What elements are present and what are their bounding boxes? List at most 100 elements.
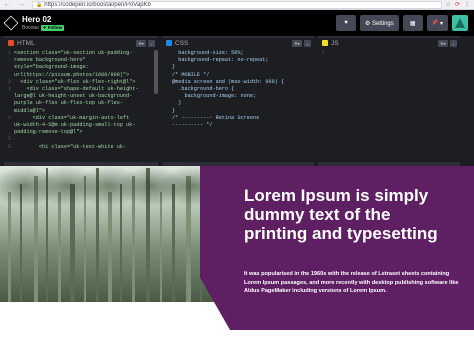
user-avatar[interactable] (452, 15, 468, 31)
line-number: 6 (7, 143, 11, 150)
editor-panels: HTML ⚙▾ ⌄ 1 <section class="uk-section uk… (0, 36, 474, 166)
code-line: /* ---------- Retina Screens (162, 115, 314, 122)
code-text: <section class="uk-section uk-padding- (14, 50, 133, 56)
code-line: 6 <h1 class="uk-text-white uk- (4, 144, 158, 151)
code-line: ---------- */ (162, 122, 314, 129)
settings-button[interactable]: ⚙ Settings (360, 15, 399, 31)
browser-icons: ☆ ⟳ ⋮ (446, 1, 474, 8)
js-lang-icon (322, 40, 328, 46)
css-collapse-icon[interactable]: ⌄ (304, 39, 311, 47)
line-number (162, 72, 172, 79)
line-number (4, 72, 14, 79)
code-text: @media screen and (max-width: 960) { (172, 78, 285, 85)
css-editor-label: CSS (175, 39, 189, 47)
line-number (4, 57, 14, 64)
code-line: 1 (318, 50, 460, 57)
code-line: background-image: none; (162, 93, 314, 100)
code-text: } (172, 107, 176, 114)
line-number (162, 100, 172, 107)
header-actions: ♥ ⚙ Settings ▦ 📌 ▾ (336, 15, 474, 31)
pen-title-block: Hero 02 Boostai ✦ Follow (22, 15, 64, 31)
pen-title[interactable]: Hero 02 (22, 15, 64, 24)
code-line: url(https://picsum.photos/1600/900)"> (4, 72, 158, 79)
back-arrow-icon[interactable]: ← (4, 1, 11, 8)
js-collapse-icon[interactable]: ⌄ (450, 39, 457, 47)
html-scrollbar[interactable] (154, 50, 158, 94)
bookmark-icon[interactable]: ☆ (446, 1, 451, 8)
menu-icon[interactable]: ⋮ (464, 1, 470, 8)
like-button[interactable]: ♥ (336, 15, 357, 31)
browser-nav: ← → (0, 0, 28, 10)
code-line: } (162, 108, 314, 115)
css-settings-icon[interactable]: ⚙▾ (292, 39, 302, 47)
bamboo-trunk (160, 192, 162, 302)
html-code-area[interactable]: 1 <section class="uk-section uk-padding-r… (4, 48, 158, 166)
code-text: /* ---------- Retina Screens (172, 114, 260, 121)
line-number (162, 115, 172, 122)
html-lang-icon (8, 40, 14, 46)
pen-preview: Lorem Ipsum is simply dummy text of the … (0, 166, 474, 345)
code-text: <div class="shape-default uk-height- (14, 86, 139, 93)
code-line: padding-remove-top@l"> (4, 129, 158, 136)
html-editor-label: HTML (17, 39, 35, 47)
code-line: middle@l"> (4, 108, 158, 115)
css-code-area[interactable]: background-size: 50%; background-repeat:… (162, 48, 314, 166)
js-code-area[interactable]: 1 (318, 48, 460, 166)
reload-icon[interactable]: ⟳ (455, 1, 460, 8)
line-number (4, 129, 14, 136)
code-line: } (162, 100, 314, 107)
html-collapse-icon[interactable]: ⌄ (148, 39, 155, 47)
hero-body: It was popularised in the 1960s with the… (244, 271, 459, 295)
line-number (4, 100, 14, 107)
code-text: background-repeat: no-repeat; (172, 57, 269, 64)
line-number (4, 64, 14, 71)
js-editor: JS ⚙▾ ⌄ 1 (318, 36, 460, 166)
pin-icon: 📌 (431, 20, 438, 26)
codepen-logo-icon[interactable] (3, 15, 19, 31)
js-settings-icon[interactable]: ⚙▾ (438, 39, 448, 47)
html-editor-controls: ⚙▾ ⌄ (136, 39, 158, 47)
js-editor-controls: ⚙▾ ⌄ (438, 39, 460, 47)
line-number: 5 (7, 136, 11, 143)
js-editor-header: JS ⚙▾ ⌄ (318, 36, 460, 48)
html-settings-icon[interactable]: ⚙▾ (136, 39, 146, 47)
code-line: background-repeat: no-repeat; (162, 57, 314, 64)
lock-icon: 🔒 (36, 1, 43, 8)
forward-arrow-icon[interactable]: → (18, 1, 25, 8)
browser-toolbar: ← → 🔒 https://codepen.io/boostai/pen/PoV… (0, 0, 474, 10)
html-editor: HTML ⚙▾ ⌄ 1 <section class="uk-section uk… (4, 36, 158, 166)
line-number: 1 (7, 50, 11, 56)
address-bar[interactable]: 🔒 https://codepen.io/boostai/pen/PoVapKb (32, 0, 442, 9)
line-number: 1 (321, 50, 325, 56)
code-text: <h1 class="uk-text-white uk- (14, 143, 127, 150)
code-line: uk-width-4-5@m uk-padding-small-top uk- (4, 122, 158, 129)
pen-meta: Boostai ✦ Follow (22, 25, 64, 31)
line-number (162, 93, 172, 100)
code-text: url(https://picsum.photos/1600/900)"> (14, 71, 130, 78)
code-text: purple uk-flex uk-flex-top uk-flex- (14, 100, 123, 107)
line-number (162, 64, 172, 71)
code-text: large@l uk-height-unset uk-background- (14, 93, 133, 100)
code-text: .background-hero { (172, 86, 235, 93)
code-text: <div class="uk-margin-auto-left (14, 114, 130, 121)
line-number (162, 108, 172, 115)
code-line: large@l uk-height-unset uk-background- (4, 93, 158, 100)
bamboo-trunk (8, 192, 11, 302)
code-text: /* MOBILE */ (172, 71, 210, 78)
pin-button[interactable]: 📌 ▾ (426, 15, 448, 31)
line-number (162, 50, 172, 57)
bamboo-trunk (58, 192, 61, 302)
code-line: style="background-image: (4, 64, 158, 71)
line-number (162, 122, 172, 129)
pen-author[interactable]: Boostai (22, 25, 39, 31)
line-number (4, 93, 14, 100)
code-text: padding-remove-top@l"> (14, 129, 83, 136)
line-number: 4 (7, 114, 11, 121)
code-line: .background-hero { (162, 86, 314, 93)
layout-button[interactable]: ▦ (402, 15, 423, 31)
line-number: 2 (7, 78, 11, 85)
code-text: <div class="uk-flex uk-flex-right@l"> (14, 78, 136, 85)
code-text: remove background-hero" (14, 57, 86, 64)
code-text: } (172, 100, 182, 107)
follow-button[interactable]: ✦ Follow (40, 25, 64, 31)
